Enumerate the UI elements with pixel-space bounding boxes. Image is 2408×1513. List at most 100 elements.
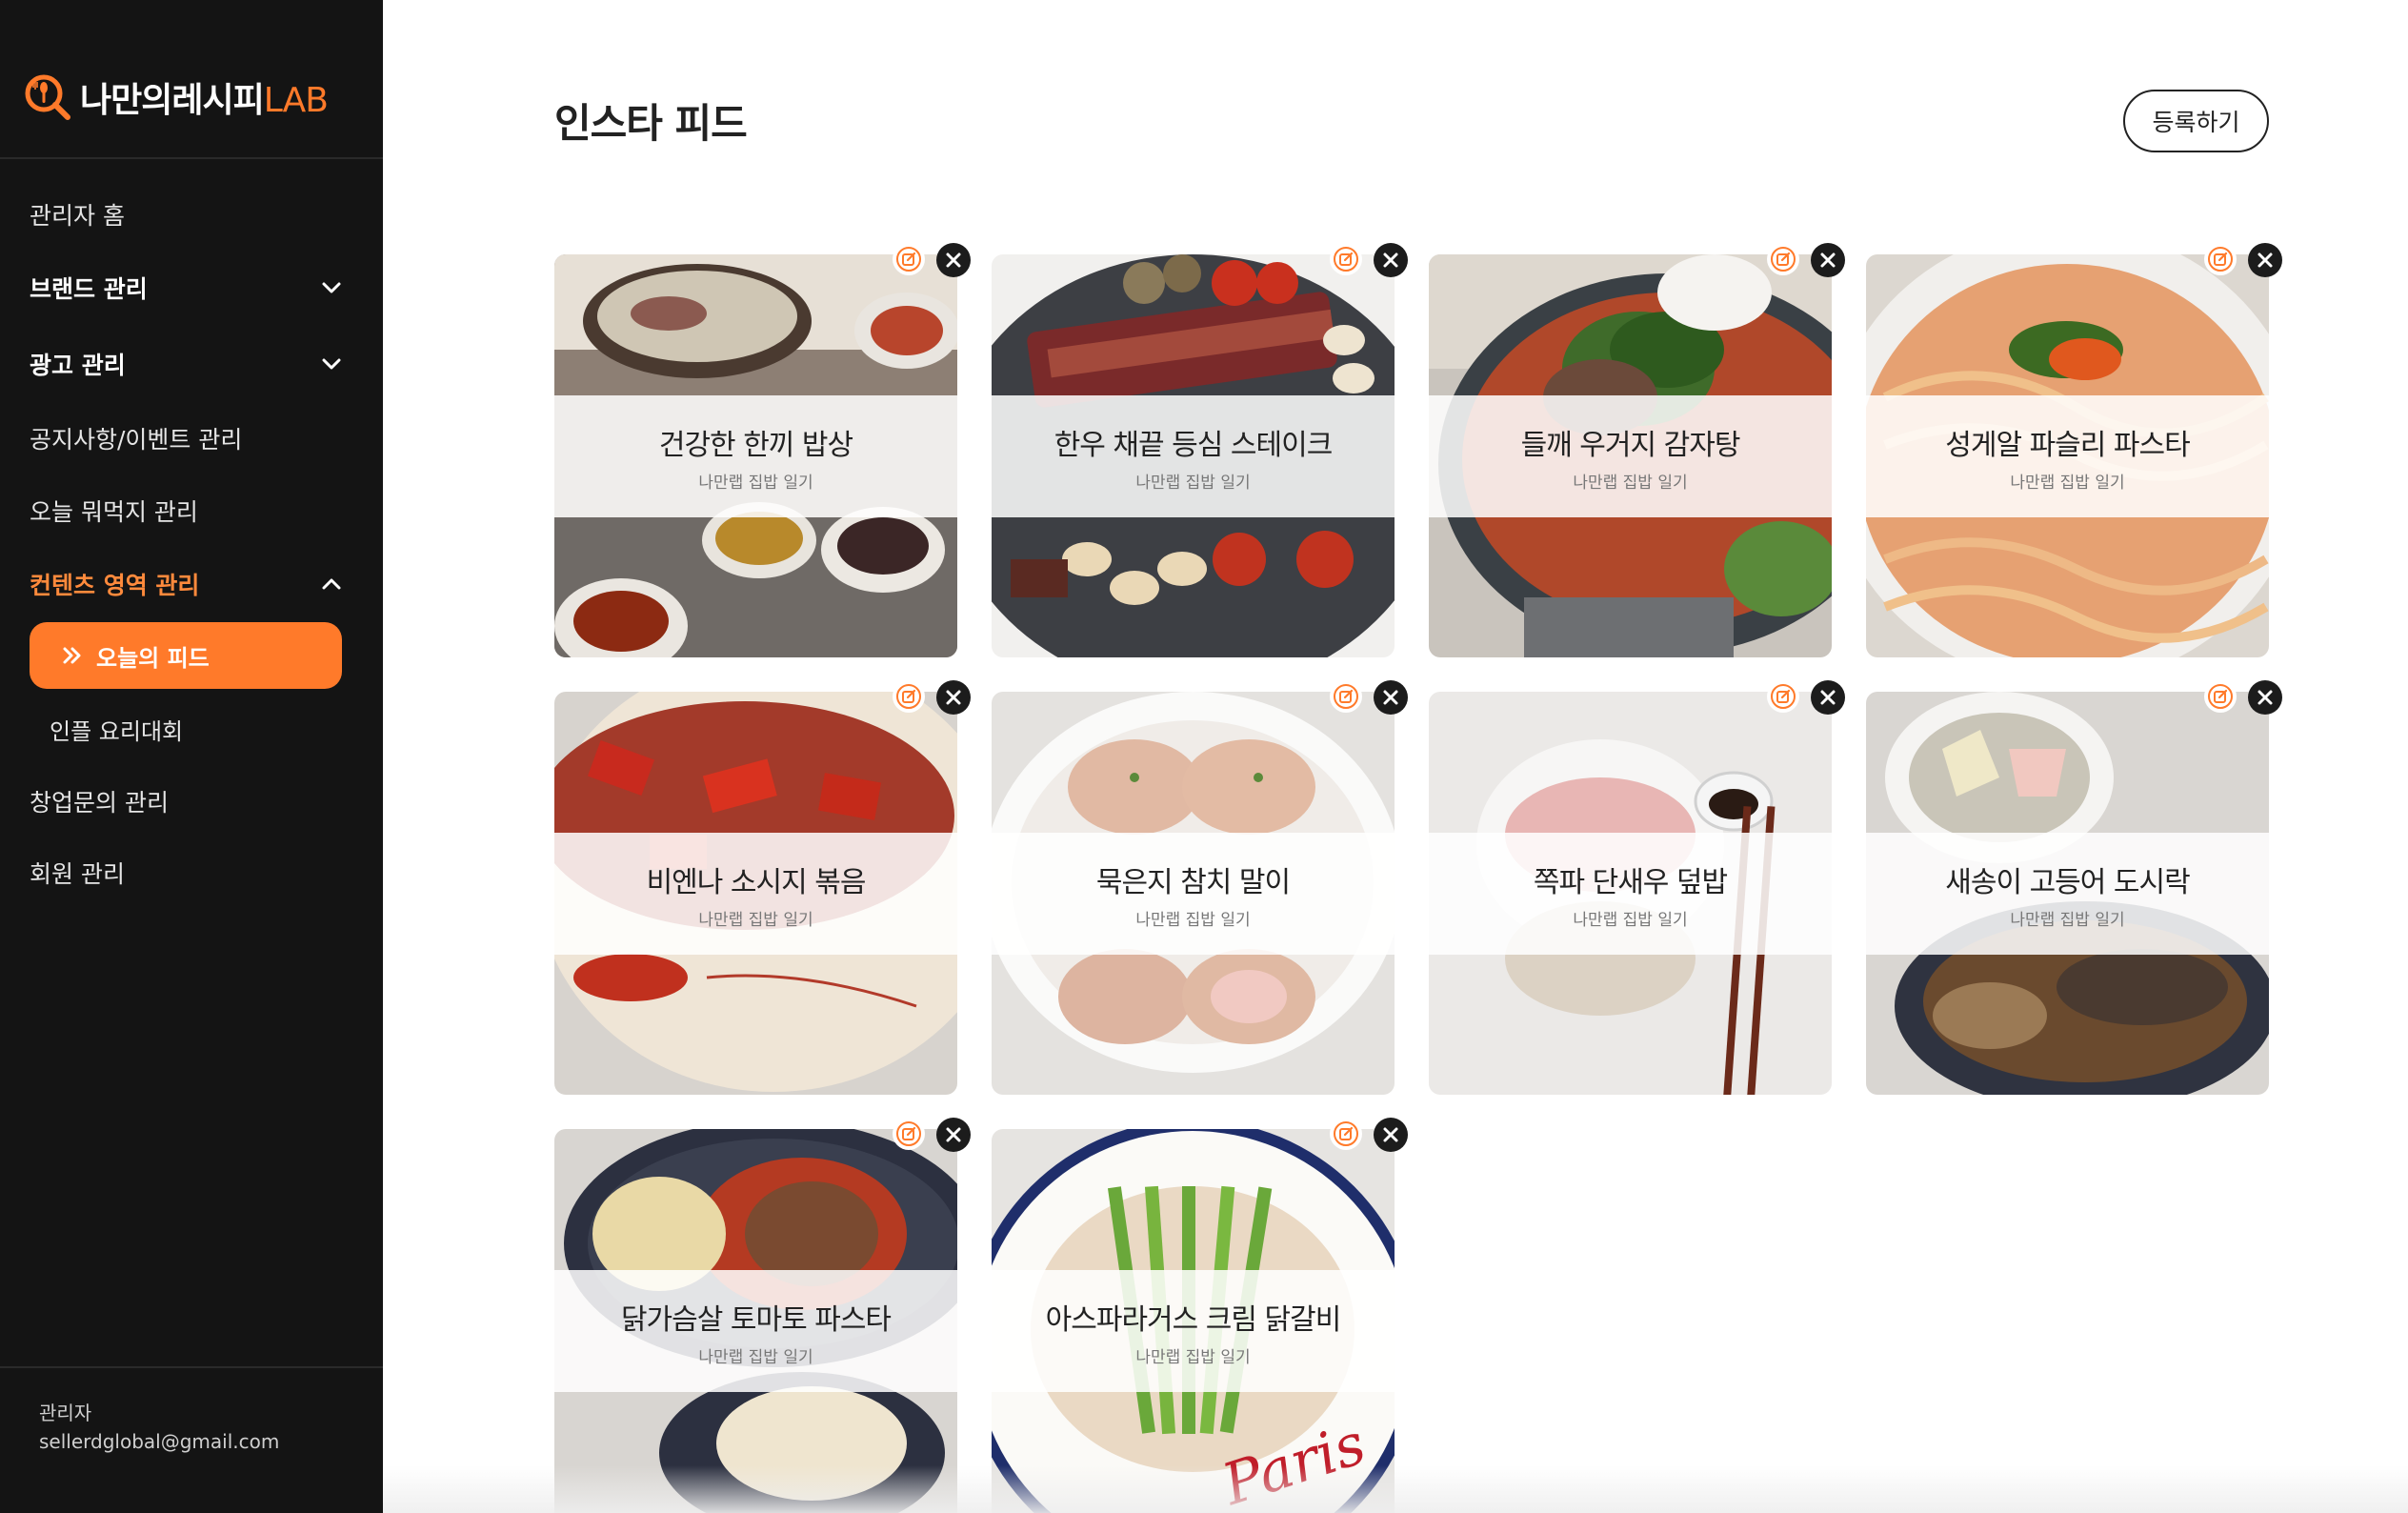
edit-icon xyxy=(2208,247,2233,272)
edit-button[interactable] xyxy=(1767,243,1799,275)
card-subtitle: 나만랩 집밥 일기 xyxy=(698,1347,813,1367)
edit-icon xyxy=(1334,1121,1358,1146)
feed-card[interactable]: 들깨 우거지 감자탕 나만랩 집밥 일기 xyxy=(1429,243,1845,657)
edit-button[interactable] xyxy=(2204,243,2237,275)
sidebar-item-members[interactable]: 회원 관리 xyxy=(30,844,344,901)
card-subtitle: 나만랩 집밥 일기 xyxy=(1573,473,1688,493)
card-caption: 비엔나 소시지 볶음 나만랩 집밥 일기 xyxy=(554,833,957,955)
delete-button[interactable] xyxy=(2248,680,2282,715)
card-title: 성게알 파슬리 파스타 xyxy=(1945,428,2190,462)
close-icon xyxy=(946,252,961,268)
sidebar-item-ads[interactable]: 광고 관리 xyxy=(30,335,344,393)
edit-icon xyxy=(2208,684,2233,709)
edit-button[interactable] xyxy=(1330,680,1362,713)
card-caption: 새송이 고등어 도시락 나만랩 집밥 일기 xyxy=(1866,833,2269,955)
delete-button[interactable] xyxy=(1374,243,1408,277)
sidebar-subitem-today-feed[interactable]: 오늘의 피드 xyxy=(30,622,342,689)
brand-divider xyxy=(0,157,383,159)
card-subtitle: 나만랩 집밥 일기 xyxy=(1135,1347,1251,1367)
edit-icon xyxy=(1771,684,1796,709)
sidebar-footer: 관리자 sellerdglobal@gmail.com xyxy=(39,1399,279,1456)
edit-icon xyxy=(896,684,921,709)
edit-button[interactable] xyxy=(893,680,925,713)
sidebar-subitem-influencer-contest[interactable]: 인플 요리대회 xyxy=(50,700,183,757)
sidebar-item-label: 오늘 뭐먹지 관리 xyxy=(30,498,198,526)
admin-role: 관리자 xyxy=(39,1402,92,1424)
card-subtitle: 나만랩 집밥 일기 xyxy=(1573,910,1688,930)
close-icon xyxy=(1383,252,1398,268)
card-caption: 들깨 우거지 감자탕 나만랩 집밥 일기 xyxy=(1429,395,1832,517)
card-caption: 쪽파 단새우 덮밥 나만랩 집밥 일기 xyxy=(1429,833,1832,955)
delete-button[interactable] xyxy=(1374,1118,1408,1152)
delete-button[interactable] xyxy=(1811,243,1845,277)
sidebar-item-label: 창업문의 관리 xyxy=(30,789,169,817)
card-title: 건강한 한끼 밥상 xyxy=(658,428,853,462)
card-title: 묵은지 참치 말이 xyxy=(1095,865,1291,899)
sidebar-item-label: 공지사항/이벤트 관리 xyxy=(30,426,243,454)
sidebar-item-startup-inquiry[interactable]: 창업문의 관리 xyxy=(30,773,344,830)
close-icon xyxy=(1383,1127,1398,1142)
card-title: 비엔나 소시지 볶음 xyxy=(646,865,867,899)
feed-card[interactable]: 건강한 한끼 밥상 나만랩 집밥 일기 xyxy=(554,243,971,657)
brand-logo[interactable]: 나만의레시피LAB xyxy=(23,71,329,124)
close-icon xyxy=(946,690,961,705)
card-title: 한우 채끝 등심 스테이크 xyxy=(1054,428,1334,462)
edit-icon xyxy=(1771,247,1796,272)
delete-button[interactable] xyxy=(936,680,971,715)
feed-card[interactable]: 한우 채끝 등심 스테이크 나만랩 집밥 일기 xyxy=(992,243,1408,657)
card-caption: 한우 채끝 등심 스테이크 나만랩 집밥 일기 xyxy=(992,395,1395,517)
magnifier-spoon-logo-icon xyxy=(25,74,70,120)
chevron-down-icon xyxy=(322,282,341,293)
sidebar-item-label: 브랜드 관리 xyxy=(30,275,148,303)
edit-button[interactable] xyxy=(1330,243,1362,275)
edit-button[interactable] xyxy=(893,243,925,275)
card-subtitle: 나만랩 집밥 일기 xyxy=(1135,473,1251,493)
feed-card[interactable]: 새송이 고등어 도시락 나만랩 집밥 일기 xyxy=(1866,680,2282,1095)
edit-button[interactable] xyxy=(1767,680,1799,713)
chevron-up-icon xyxy=(322,578,341,590)
sidebar-subitem-label: 인플 요리대회 xyxy=(50,717,184,745)
edit-icon xyxy=(896,1121,921,1146)
sidebar-item-label: 관리자 홈 xyxy=(30,202,125,230)
register-button[interactable]: 등록하기 xyxy=(2123,90,2269,152)
feed-card[interactable]: 묵은지 참치 말이 나만랩 집밥 일기 xyxy=(992,680,1408,1095)
feed-card[interactable]: 비엔나 소시지 볶음 나만랩 집밥 일기 xyxy=(554,680,971,1095)
card-subtitle: 나만랩 집밥 일기 xyxy=(2010,910,2125,930)
feed-card[interactable]: Paris 아스파라거스 크림 닭갈비 나만랩 집밥 일기 xyxy=(992,1118,1408,1513)
card-title: 새송이 고등어 도시락 xyxy=(1945,865,2190,899)
sidebar-footer-divider xyxy=(0,1366,383,1368)
delete-button[interactable] xyxy=(936,243,971,277)
admin-email: sellerdglobal@gmail.com xyxy=(39,1430,280,1453)
delete-button[interactable] xyxy=(1811,680,1845,715)
edit-button[interactable] xyxy=(1330,1118,1362,1150)
close-icon xyxy=(1383,690,1398,705)
card-subtitle: 나만랩 집밥 일기 xyxy=(698,910,813,930)
edit-button[interactable] xyxy=(2204,680,2237,713)
feed-card[interactable]: 닭가슴살 토마토 파스타 나만랩 집밥 일기 xyxy=(554,1118,971,1513)
sidebar-item-label: 컨텐츠 영역 관리 xyxy=(30,572,200,599)
card-subtitle: 나만랩 집밥 일기 xyxy=(698,473,813,493)
card-caption: 묵은지 참치 말이 나만랩 집밥 일기 xyxy=(992,833,1395,955)
sidebar-item-notice-event[interactable]: 공지사항/이벤트 관리 xyxy=(30,410,344,467)
close-icon xyxy=(946,1127,961,1142)
feed-card[interactable]: 성게알 파슬리 파스타 나만랩 집밥 일기 xyxy=(1866,243,2282,657)
sidebar-item-admin-home[interactable]: 관리자 홈 xyxy=(30,186,344,243)
feed-card[interactable]: 쪽파 단새우 덮밥 나만랩 집밥 일기 xyxy=(1429,680,1845,1095)
close-icon xyxy=(2258,252,2273,268)
sidebar-item-brand[interactable]: 브랜드 관리 xyxy=(30,259,344,316)
card-subtitle: 나만랩 집밥 일기 xyxy=(2010,473,2125,493)
edit-button[interactable] xyxy=(893,1118,925,1150)
card-title: 아스파라거스 크림 닭갈비 xyxy=(1045,1302,1342,1337)
delete-button[interactable] xyxy=(936,1118,971,1152)
scroll-fade xyxy=(383,1465,2408,1513)
page-title: 인스타 피드 xyxy=(554,100,748,147)
delete-button[interactable] xyxy=(1374,680,1408,715)
sidebar-item-today-menu[interactable]: 오늘 뭐먹지 관리 xyxy=(30,482,344,539)
double-chevron-right-icon xyxy=(63,647,81,664)
delete-button[interactable] xyxy=(2248,243,2282,277)
chevron-down-icon xyxy=(322,358,341,370)
card-subtitle: 나만랩 집밥 일기 xyxy=(1135,910,1251,930)
close-icon xyxy=(1820,252,1836,268)
card-caption: 닭가슴살 토마토 파스타 나만랩 집밥 일기 xyxy=(554,1270,957,1392)
sidebar-item-content-area[interactable]: 컨텐츠 영역 관리 xyxy=(30,555,344,613)
